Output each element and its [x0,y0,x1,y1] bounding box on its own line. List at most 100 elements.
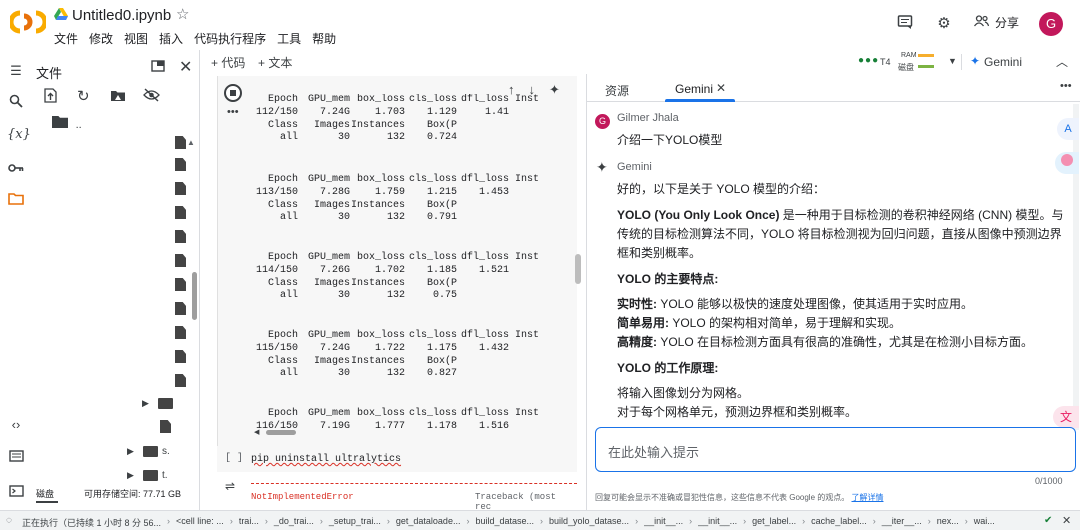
share-button[interactable]: 分享 [973,14,1019,31]
gear-icon[interactable]: ⚙ [934,14,954,34]
hide-files-icon[interactable] [143,88,160,105]
scroll-thumb[interactable] [266,430,296,435]
run-cell-button[interactable]: [ ] [225,453,243,464]
folder-icon[interactable] [143,470,158,481]
drive-icon[interactable] [54,8,68,21]
cell-code[interactable]: pip uninstall ultralytics [251,454,401,465]
file-icon[interactable] [175,136,186,149]
callstack-item[interactable]: __iter__... [882,516,922,529]
folder-icon[interactable] [7,192,25,210]
more-icon[interactable]: ••• [227,106,239,118]
callstack-item[interactable]: wai... [974,516,995,529]
file-icon[interactable] [175,230,186,243]
body-text: YOLO 能够以极快的速度处理图像，使其适用于实时应用。 [657,297,974,311]
file-icon[interactable] [175,182,186,195]
cell-toolbar: ↑ ↓ ✦ [508,82,560,98]
files-scrollbar[interactable] [192,272,197,320]
callstack-item[interactable]: __init__... [644,516,683,529]
callstack-item[interactable]: get_label... [752,516,796,529]
sparkle-icon[interactable]: ✦ [549,82,560,98]
variables-icon[interactable]: {x} [7,126,31,144]
prompt-input[interactable]: 在此处输入提示 [595,427,1076,472]
assistant-bubble-icon[interactable] [1055,152,1079,174]
chevron-down-icon[interactable]: ▼ [948,56,957,66]
expand-arrow-icon[interactable]: ▶ [142,398,149,409]
expand-arrow-icon[interactable]: ▶ [127,446,134,457]
key-icon[interactable] [7,160,25,178]
callstack-item[interactable]: nex... [937,516,959,529]
folder-icon[interactable] [143,446,158,457]
file-icon[interactable] [175,278,186,291]
callstack-item[interactable]: trai... [239,516,259,529]
command-palette-icon[interactable] [7,449,25,467]
search-icon[interactable] [7,94,25,112]
file-icon[interactable] [175,254,186,267]
toc-icon[interactable]: ☰ [7,62,25,80]
open-in-tab-icon[interactable] [151,60,165,75]
stop-run-button[interactable] [224,84,242,102]
tab-gemini[interactable]: Gemini [675,82,713,96]
chevron-up-icon[interactable]: ︿ [1056,53,1068,70]
callstack-item[interactable]: cache_label... [811,516,867,529]
menu-file[interactable]: 文件 [54,30,78,47]
close-icon[interactable]: ✕ [179,57,192,77]
parent-folder-row[interactable]: .. [52,116,82,131]
expand-arrow-icon[interactable]: ▶ [127,470,134,481]
callstack-item[interactable]: get_dataloade... [396,516,461,529]
translate-float-icon[interactable]: 文 [1053,406,1079,428]
output-options-icon[interactable]: ⇌ [225,479,235,493]
menu-edit[interactable]: 修改 [89,30,113,47]
scroll-left-icon[interactable]: ◀ [254,428,259,436]
callstack-item[interactable]: build_datase... [475,516,534,529]
file-icon[interactable] [175,350,186,363]
menu-help[interactable]: 帮助 [312,30,336,47]
runtime-status[interactable]: ●●● T4 RAM 磁盘 ▼ ✦ Gemini ︿ [858,50,1080,74]
file-icon[interactable] [175,302,186,315]
callstack-item[interactable]: _setup_trai... [329,516,381,529]
notebook-title[interactable]: Untitled0.ipynb [72,7,171,24]
code-cell[interactable]: [ ] pip uninstall ultralytics [217,446,577,472]
callstack-item[interactable]: __init__... [698,516,737,529]
status-callstack[interactable]: 正在执行（已持续 1 小时 8 分 56... › <cell line: ... ›… [22,516,995,529]
code-snippets-icon[interactable]: ‹› [7,416,25,434]
callstack-item[interactable]: <cell line: ... [176,516,224,529]
add-text-button[interactable]: + 文本 [258,54,292,71]
file-icon[interactable] [175,206,186,219]
horizontal-scrollbar[interactable]: ◀ [254,428,578,436]
terminal-icon[interactable] [7,484,25,502]
learn-more-link[interactable]: 了解详情 [851,493,883,502]
mount-drive-icon[interactable] [110,89,126,105]
file-icon[interactable] [175,326,186,339]
upload-icon[interactable] [44,88,57,106]
translate-icon[interactable]: A [1057,118,1079,140]
menu-tools[interactable]: 工具 [277,30,301,47]
output-cell: Box(P [426,119,457,131]
more-icon[interactable]: ••• [1060,80,1072,92]
add-code-button[interactable]: + 代码 [211,54,245,71]
avatar[interactable]: G [1039,12,1063,36]
star-icon[interactable]: ☆ [176,5,189,23]
menu-insert[interactable]: 插入 [159,30,183,47]
output-vertical-scrollbar[interactable] [575,254,581,284]
tab-resources[interactable]: 资源 [605,82,629,99]
code-cell-output[interactable]: ••• Epoch GPU_mem box_loss cls_loss dfl_loss… [217,76,577,448]
file-icon[interactable] [175,374,186,387]
callstack-item[interactable]: 正在执行（已持续 1 小时 8 分 56... [22,516,161,529]
scroll-up-icon[interactable]: ▲ [187,138,195,147]
menu-view[interactable]: 视图 [124,30,148,47]
arrow-down-icon[interactable]: ↓ [529,82,536,98]
comment-icon[interactable] [895,14,915,34]
close-tab-icon[interactable]: ✕ [716,81,726,95]
file-icon[interactable] [175,158,186,171]
close-icon[interactable]: ✕ [1062,514,1071,527]
callstack-item[interactable]: build_yolo_datase... [549,516,629,529]
folder-icon[interactable] [158,398,173,409]
output-row: 113/150 7.28G 1.759 1.215 1.453 [254,187,578,200]
gemini-button[interactable]: Gemini [984,55,1022,69]
callstack-item[interactable]: _do_trai... [274,516,314,529]
file-icon[interactable] [160,420,171,433]
arrow-up-icon[interactable]: ↑ [508,82,515,98]
menu-runtime[interactable]: 代码执行程序 [194,30,266,47]
colab-logo[interactable] [10,8,46,36]
refresh-icon[interactable]: ↻ [77,87,90,105]
